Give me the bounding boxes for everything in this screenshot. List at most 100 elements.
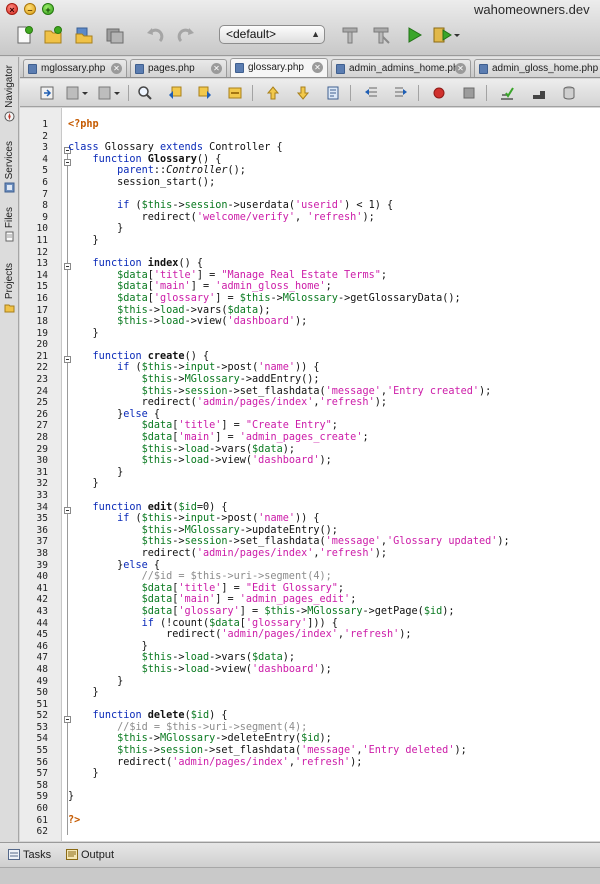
line-number: 28 — [36, 432, 48, 444]
undo-icon — [147, 28, 164, 43]
start-macro-button[interactable] — [430, 84, 448, 102]
database-button[interactable] — [560, 84, 578, 102]
tab-glossary[interactable]: glossary.php ✕ — [230, 58, 328, 77]
line-number: 41 — [36, 582, 48, 594]
line-text: function Glossary() { — [92, 153, 222, 165]
line-number: 35 — [36, 513, 48, 525]
last-edit-button[interactable] — [38, 84, 56, 102]
line-text: if ($this->session->userdata('userid') <… — [117, 200, 394, 212]
find-next-button[interactable] — [196, 84, 214, 102]
line-number: 42 — [36, 594, 48, 606]
line-text: }else { — [68, 559, 161, 571]
build-button[interactable] — [338, 24, 362, 46]
save-all-button[interactable] — [103, 24, 127, 46]
back-button[interactable] — [64, 84, 90, 102]
line-number: 13 — [36, 258, 48, 270]
side-tab-navigator[interactable]: Navigator — [1, 65, 18, 122]
redo-button[interactable] — [174, 24, 198, 46]
code-line: 33 — [20, 490, 600, 502]
next-bookmark-button[interactable] — [294, 84, 312, 102]
run-button[interactable] — [402, 24, 426, 46]
forward-button[interactable] — [96, 84, 122, 102]
code-line: 34 function edit($id=0) { — [20, 502, 600, 514]
code-line: 4 function Glossary() { — [20, 154, 600, 166]
line-number: 59 — [36, 791, 48, 803]
tab-close-icon[interactable]: ✕ — [211, 63, 222, 74]
side-tab-services[interactable]: Services — [1, 141, 18, 193]
code-line: 61 ?> — [20, 815, 600, 827]
progress-button[interactable] — [530, 84, 548, 102]
configuration-select-value: <default> — [226, 27, 277, 41]
code-line: 10 } — [20, 223, 600, 235]
output-tab[interactable]: Output — [66, 849, 114, 861]
shift-left-button[interactable] — [362, 84, 380, 102]
line-number: 52 — [36, 710, 48, 722]
new-project-button[interactable] — [41, 24, 65, 46]
line-number: 45 — [36, 629, 48, 641]
line-text: } — [68, 640, 148, 652]
code-line: 2 — [20, 131, 600, 143]
tasks-tab[interactable]: Tasks — [8, 849, 51, 861]
tasks-tab-label: Tasks — [23, 849, 52, 861]
code-line: 53 //$id = $this->uri->segment(4); — [20, 722, 600, 734]
window-close-button[interactable]: × — [6, 3, 18, 15]
line-number: 46 — [36, 640, 48, 652]
code-line: 29 $this->load->vars($data); — [20, 444, 600, 456]
code-line: 42 $data['main'] = 'admin_pages_edit'; — [20, 594, 600, 606]
line-number: 36 — [36, 524, 48, 536]
line-number: 25 — [36, 397, 48, 409]
line-text: $this->load->vars($data); — [141, 652, 295, 664]
line-text: if ($this->input->post('name')) { — [117, 362, 320, 374]
tab-mglossary[interactable]: mglossary.php ✕ — [23, 59, 127, 77]
tab-close-icon[interactable]: ✕ — [312, 62, 323, 73]
find-button[interactable] — [136, 84, 154, 102]
tab-close-icon[interactable]: ✕ — [455, 63, 466, 74]
line-number: 50 — [36, 687, 48, 699]
line-number: 33 — [36, 490, 48, 501]
side-tab-projects[interactable]: Projects — [1, 263, 18, 313]
tab-label: pages.php — [148, 63, 195, 74]
code-line: 58 — [20, 780, 600, 792]
code-line: 25 redirect('admin/pages/index','refresh… — [20, 397, 600, 409]
tab-label: admin_admins_home.php — [349, 63, 465, 74]
php-file-icon — [135, 64, 144, 74]
new-file-button[interactable] — [12, 24, 36, 46]
configuration-select[interactable]: <default> ▲ — [219, 25, 325, 44]
line-text: } — [68, 223, 124, 235]
line-number: 51 — [36, 698, 48, 710]
code-line: 22 if ($this->input->post('name')) { — [20, 362, 600, 374]
line-number: 44 — [36, 617, 48, 629]
find-previous-button[interactable] — [166, 84, 184, 102]
toggle-bookmark-button[interactable] — [324, 84, 342, 102]
last-edit-icon — [40, 86, 54, 100]
editor-toolbar — [20, 79, 600, 107]
find-previous-icon — [169, 86, 182, 99]
tab-close-icon[interactable]: ✕ — [111, 63, 122, 74]
code-editor[interactable]: 1 <?php 2 3 class Glossary extends Controlle… — [20, 108, 600, 841]
previous-bookmark-button[interactable] — [264, 84, 282, 102]
open-project-button[interactable] — [72, 24, 96, 46]
debug-button[interactable] — [430, 24, 462, 46]
services-icon — [4, 182, 15, 193]
line-text: function index() { — [92, 258, 203, 270]
select-arrows-icon: ▲ — [311, 29, 320, 39]
run-icon — [408, 27, 422, 43]
tab-pages[interactable]: pages.php ✕ — [130, 59, 227, 77]
window-minimize-button[interactable]: – — [24, 3, 36, 15]
window-zoom-button[interactable]: + — [42, 3, 54, 15]
check-file-button[interactable] — [498, 84, 516, 102]
shift-right-button[interactable] — [392, 84, 410, 102]
undo-button[interactable] — [143, 24, 167, 46]
toggle-highlight-button[interactable] — [226, 84, 244, 102]
side-tab-files[interactable]: Files — [1, 207, 18, 242]
stop-icon — [463, 87, 475, 99]
clean-build-button[interactable] — [369, 24, 393, 46]
code-line: 24 $this->session->set_flashdata('messag… — [20, 386, 600, 398]
line-text: session_start(); — [68, 176, 216, 188]
code-line: 35 if ($this->input->post('name')) { — [20, 513, 600, 525]
stop-macro-button[interactable] — [460, 84, 478, 102]
tab-admin-gloss-home[interactable]: admin_gloss_home.php — [474, 59, 600, 77]
tab-admin-admins-home[interactable]: admin_admins_home.php ✕ — [331, 59, 471, 77]
code-line: 27 $data['title'] = "Create Entry"; — [20, 420, 600, 432]
line-text: $data['main'] = 'admin_pages_create'; — [141, 432, 369, 444]
